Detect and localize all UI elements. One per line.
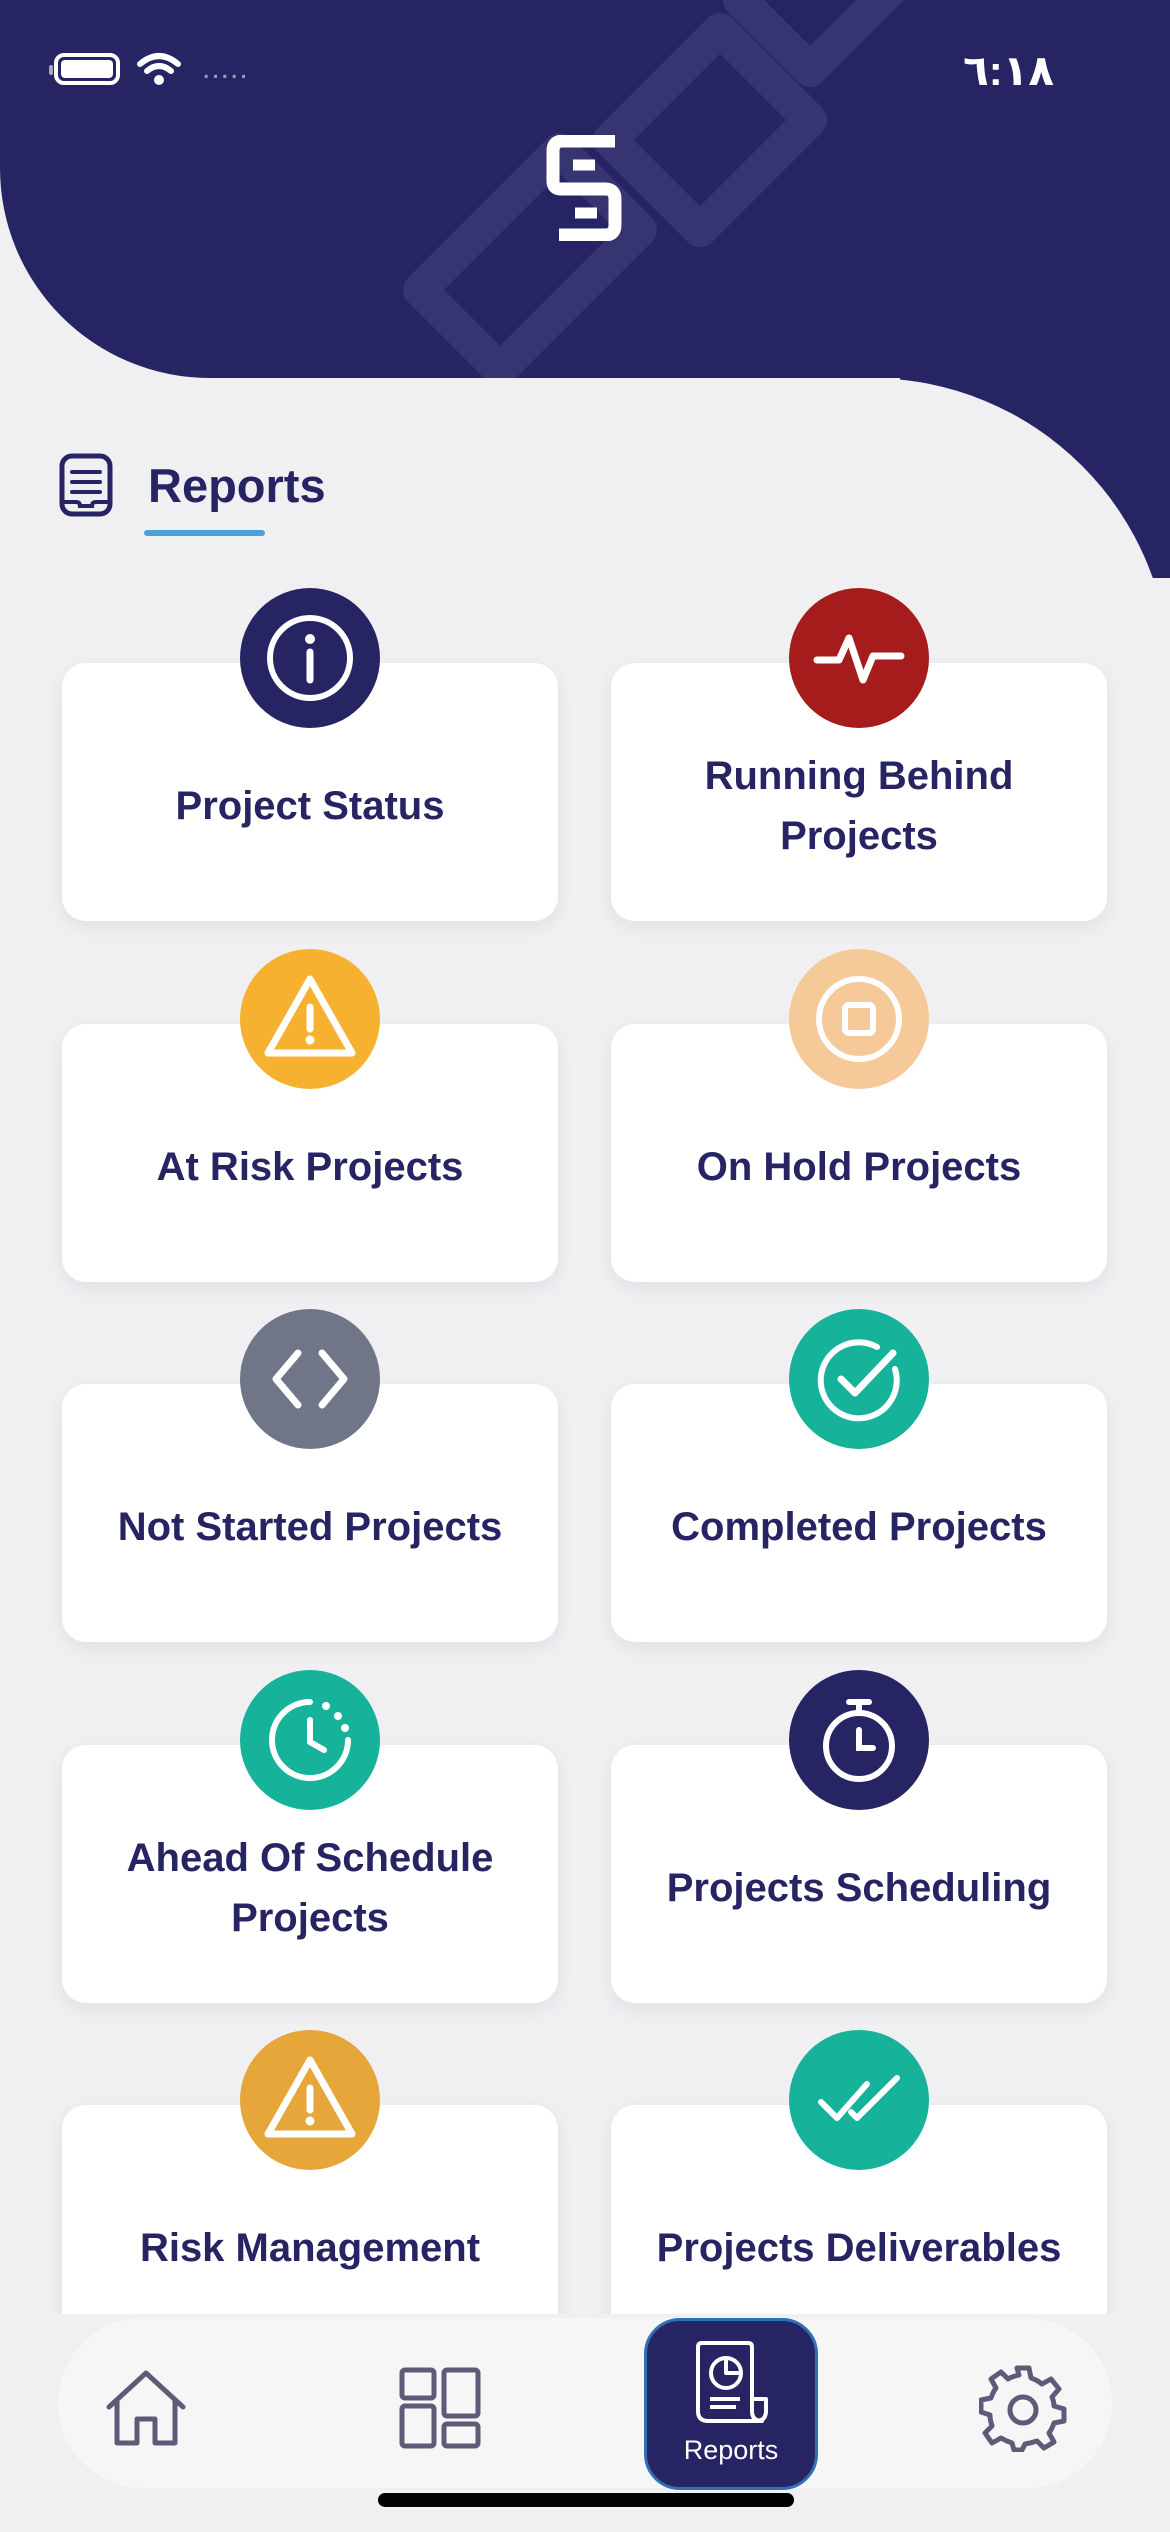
app-logo [546,135,622,241]
warning-icon [240,949,380,1089]
gear-icon [979,2365,1067,2452]
home-indicator [378,2493,794,2507]
report-document-icon [59,453,113,517]
signal-indicator: ..... [202,52,249,85]
home-icon [106,2370,186,2446]
stopwatch-icon [789,1670,929,1810]
report-chart-icon [696,2341,768,2423]
nav-home-button[interactable] [96,2358,196,2458]
status-time: ٦:١٨ [963,47,1054,94]
double-check-icon [789,2030,929,2170]
background-chain-pattern [403,0,904,378]
info-icon [240,588,380,728]
nav-reports-button[interactable]: Reports [644,2318,818,2490]
status-bar-left: ..... [49,52,249,86]
nav-settings-button[interactable] [973,2358,1073,2458]
dashboard-icon [399,2367,481,2449]
section-title: Reports [148,458,326,512]
clock-icon [240,1670,380,1810]
battery-icon [49,53,120,85]
pulse-icon [789,588,929,728]
section-header: Reports [58,452,326,518]
tab-bar [58,2318,1112,2488]
nav-dashboard-button[interactable] [390,2358,490,2458]
check-circle-icon [789,1309,929,1449]
nav-reports-label: Reports [683,2435,779,2465]
section-title-underline [144,530,265,536]
stop-icon [789,949,929,1089]
code-brackets-icon [240,1309,380,1449]
warning-icon [240,2030,380,2170]
wifi-icon [137,53,181,85]
